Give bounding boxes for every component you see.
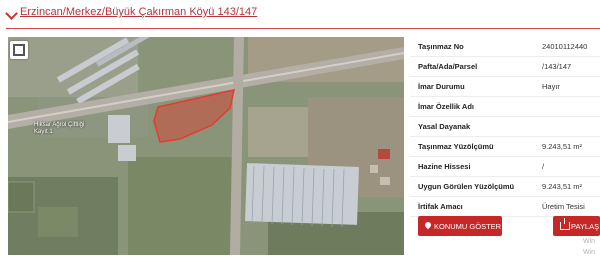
info-key: İmar Durumu <box>418 82 465 91</box>
info-key: Taşınmaz Yüzölçümü <box>418 142 494 151</box>
info-row-approved-area: Uygun Görülen Yüzölçümü 9.243,51 m² <box>410 177 600 197</box>
satellite-map[interactable]: Hiksar Ağrol Çiftliği Kayıt 1 <box>8 37 404 255</box>
info-key: İmar Özellik Adı <box>418 102 474 111</box>
info-key: Pafta/Ada/Parsel <box>418 62 478 71</box>
info-value: 9.243,51 m² <box>542 182 583 191</box>
parcel-info-table: Taşınmaz No 24010112440 Pafta/Ada/Parsel… <box>410 37 600 217</box>
share-icon <box>560 218 570 230</box>
info-value: /143/147 <box>542 62 572 71</box>
info-row-treasury-share: Hazine Hissesi / <box>410 157 600 177</box>
info-row-parcel-no: Taşınmaz No 24010112440 <box>410 37 600 57</box>
page-header: Erzincan/Merkez/Büyük Çakırman Köyü 143/… <box>0 0 600 30</box>
fullscreen-button[interactable] <box>10 41 28 59</box>
info-key: Hazine Hissesi <box>418 162 471 171</box>
share-button[interactable]: PAYLAŞ <box>553 216 600 236</box>
info-value: Hayır <box>542 82 560 91</box>
info-row-zoning-status: İmar Durumu Hayır <box>410 77 600 97</box>
info-key: Uygun Görülen Yüzölçümü <box>418 182 515 191</box>
header-divider <box>6 28 600 29</box>
location-pin-icon <box>423 220 433 230</box>
windows-activation-watermark: Win Win <box>583 238 596 256</box>
parcel-location-link[interactable]: Erzincan/Merkez/Büyük Çakırman Köyü 143/… <box>20 6 257 18</box>
share-label: PAYLAŞ <box>571 222 600 231</box>
info-value: Üretim Tesisi <box>542 202 585 211</box>
info-row-legal-basis: Yasal Dayanak <box>410 117 600 137</box>
satellite-imagery <box>8 37 404 255</box>
info-key: İrtifak Amacı <box>418 202 463 211</box>
info-value: 9.243,51 m² <box>542 142 583 151</box>
info-value: 24010112440 <box>542 42 588 51</box>
info-row-pafta-ada-parsel: Pafta/Ada/Parsel /143/147 <box>410 57 600 77</box>
info-key: Yasal Dayanak <box>418 122 471 131</box>
info-row-easement-purpose: İrtifak Amacı Üretim Tesisi <box>410 197 600 217</box>
info-key: Taşınmaz No <box>418 42 464 51</box>
show-location-label: KONUMU GÖSTER <box>434 222 502 231</box>
info-row-area: Taşınmaz Yüzölçümü 9.243,51 m² <box>410 137 600 157</box>
chevron-down-icon[interactable] <box>5 7 18 20</box>
show-location-button[interactable]: KONUMU GÖSTER <box>418 216 502 236</box>
map-place-label: Hiksar Ağrol Çiftliği Kayıt 1 <box>34 122 85 135</box>
info-row-zoning-feature: İmar Özellik Adı <box>410 97 600 117</box>
info-value: / <box>542 162 545 171</box>
